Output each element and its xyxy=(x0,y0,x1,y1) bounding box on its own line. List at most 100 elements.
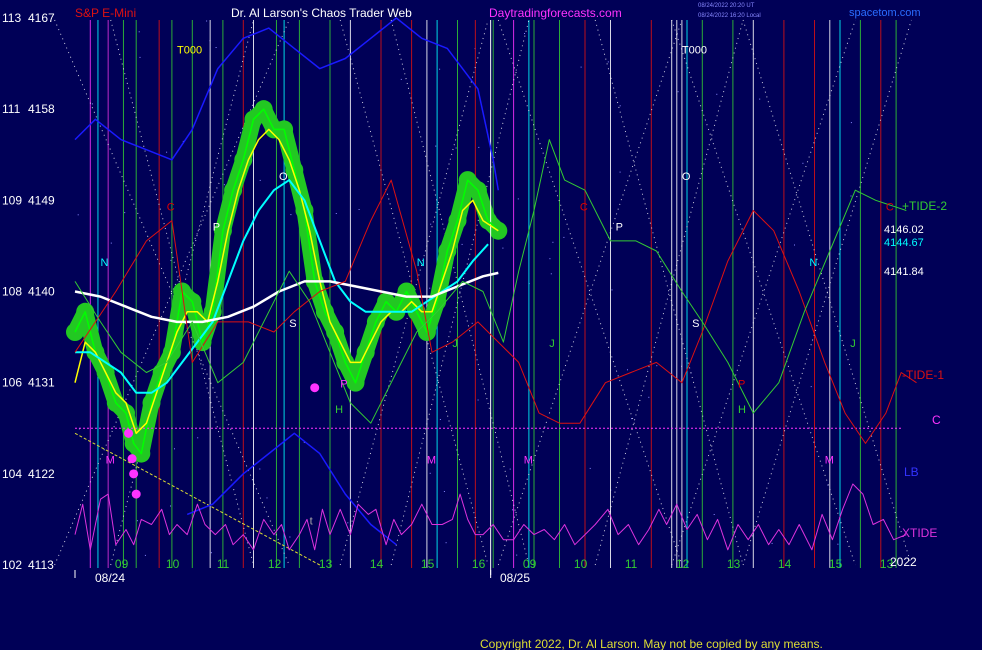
wave-marker: C xyxy=(580,201,588,213)
star-dot xyxy=(144,554,146,556)
star-dot xyxy=(290,214,292,216)
x-hour-label: 15 xyxy=(829,557,843,571)
star-dot xyxy=(166,151,168,153)
wave-marker: M xyxy=(427,455,436,467)
star-dot xyxy=(611,289,613,291)
star-dot xyxy=(563,236,565,238)
star-dot xyxy=(837,543,839,545)
star-dot xyxy=(429,287,431,289)
wave-marker: J xyxy=(452,338,458,350)
y-tick-count: 109 xyxy=(2,193,22,207)
pivot-dot xyxy=(124,428,134,438)
star-dot xyxy=(445,542,447,544)
pivot-dot xyxy=(310,383,320,393)
y-tick-price: 4167 xyxy=(28,11,55,25)
x-hour-label: 12 xyxy=(268,557,282,571)
star-dot xyxy=(478,146,480,148)
wave-marker: C xyxy=(886,201,894,213)
chaos-trader-chart: T000 T000 C C C P P P P O O N N N S S J J J H H M M M Mt S&P E-M… xyxy=(0,0,982,650)
star-dot xyxy=(552,241,554,243)
wave-marker: t xyxy=(310,515,313,527)
star-dot xyxy=(174,448,175,450)
star-dot xyxy=(77,214,79,216)
x-hour-label: 14 xyxy=(778,557,792,571)
wave-marker: C xyxy=(167,201,175,213)
wave-marker: H xyxy=(335,404,343,416)
star-dot xyxy=(170,259,172,261)
star-dot xyxy=(266,497,268,499)
wave-marker: O xyxy=(682,171,691,183)
y-tick-count: 111 xyxy=(2,102,21,116)
wave-marker: H xyxy=(738,404,746,416)
star-dot xyxy=(850,195,852,197)
wave-marker: P xyxy=(738,379,745,391)
instrument-label: S&P E-Mini xyxy=(75,6,136,20)
star-dot xyxy=(771,542,773,544)
star-dot xyxy=(550,273,552,275)
star-dot xyxy=(400,78,402,80)
wave-marker: N xyxy=(417,257,425,269)
star-dot xyxy=(580,66,582,68)
star-dot xyxy=(439,419,441,420)
star-dot xyxy=(136,520,138,522)
wave-marker: S xyxy=(289,318,296,330)
star-dot xyxy=(197,437,199,439)
right-value-label: 4141.84 xyxy=(884,266,924,278)
wave-marker: J xyxy=(549,338,555,350)
label-tide2: +TIDE-2 xyxy=(902,199,947,213)
label-xtide: XTIDE xyxy=(902,526,937,540)
x-hour-label: 09 xyxy=(115,557,129,571)
star-dot xyxy=(677,91,679,93)
copyright-text: Copyright 2022, Dr. Al Larson. May not b… xyxy=(480,637,823,650)
star-dot xyxy=(215,47,217,48)
star-dot xyxy=(124,212,126,214)
wave-marker: M xyxy=(524,455,533,467)
wave-marker: T000 xyxy=(682,44,707,56)
star-dot xyxy=(223,184,225,186)
star-dot xyxy=(648,396,650,398)
wave-marker: S xyxy=(692,318,699,330)
x-hour-label: 14 xyxy=(370,557,384,571)
site-title: Dr. Al Larson's Chaos Trader Web xyxy=(231,6,412,20)
site-url[interactable]: Daytradingforecasts.com xyxy=(489,6,622,20)
wave-marker: O xyxy=(279,171,288,183)
y-tick-price: 4113 xyxy=(28,558,54,572)
right-value-label: 4144.67 xyxy=(884,237,924,249)
label-c: C xyxy=(932,413,941,427)
y-tick-price: 4140 xyxy=(28,285,55,299)
star-dot xyxy=(91,103,93,105)
y-tick-price: 4122 xyxy=(28,467,55,481)
star-dot xyxy=(170,505,171,507)
star-dot xyxy=(430,223,432,225)
star-dot xyxy=(549,258,551,260)
y-tick-count: 108 xyxy=(2,285,22,299)
x-hour-label: 09 xyxy=(523,557,537,571)
x-date-label: 08/25 xyxy=(500,571,530,585)
y-tick-count: 104 xyxy=(2,467,22,481)
star-dot xyxy=(347,522,349,524)
star-dot xyxy=(335,213,337,214)
star-dot xyxy=(794,244,795,246)
star-dot xyxy=(259,468,261,470)
star-dot xyxy=(455,147,457,149)
star-dot xyxy=(429,472,431,474)
pivot-dot xyxy=(129,469,139,479)
star-dot xyxy=(589,467,591,469)
star-dot xyxy=(435,145,437,147)
x-hour-label: 10 xyxy=(574,557,588,571)
star-dot xyxy=(607,61,609,63)
star-dot xyxy=(802,162,804,164)
star-dot xyxy=(627,369,628,371)
wave-marker: T000 xyxy=(177,44,202,56)
wave-marker: M xyxy=(825,455,834,467)
star-dot xyxy=(850,122,852,124)
pivot-dot xyxy=(131,489,141,499)
star-dot xyxy=(138,31,140,33)
star-dot xyxy=(509,468,511,470)
star-dot xyxy=(512,509,513,511)
star-dot xyxy=(206,20,208,22)
star-dot xyxy=(289,536,291,538)
label-tide1: -TIDE-1 xyxy=(902,368,944,382)
star-dot xyxy=(259,179,261,181)
star-dot xyxy=(524,33,525,34)
